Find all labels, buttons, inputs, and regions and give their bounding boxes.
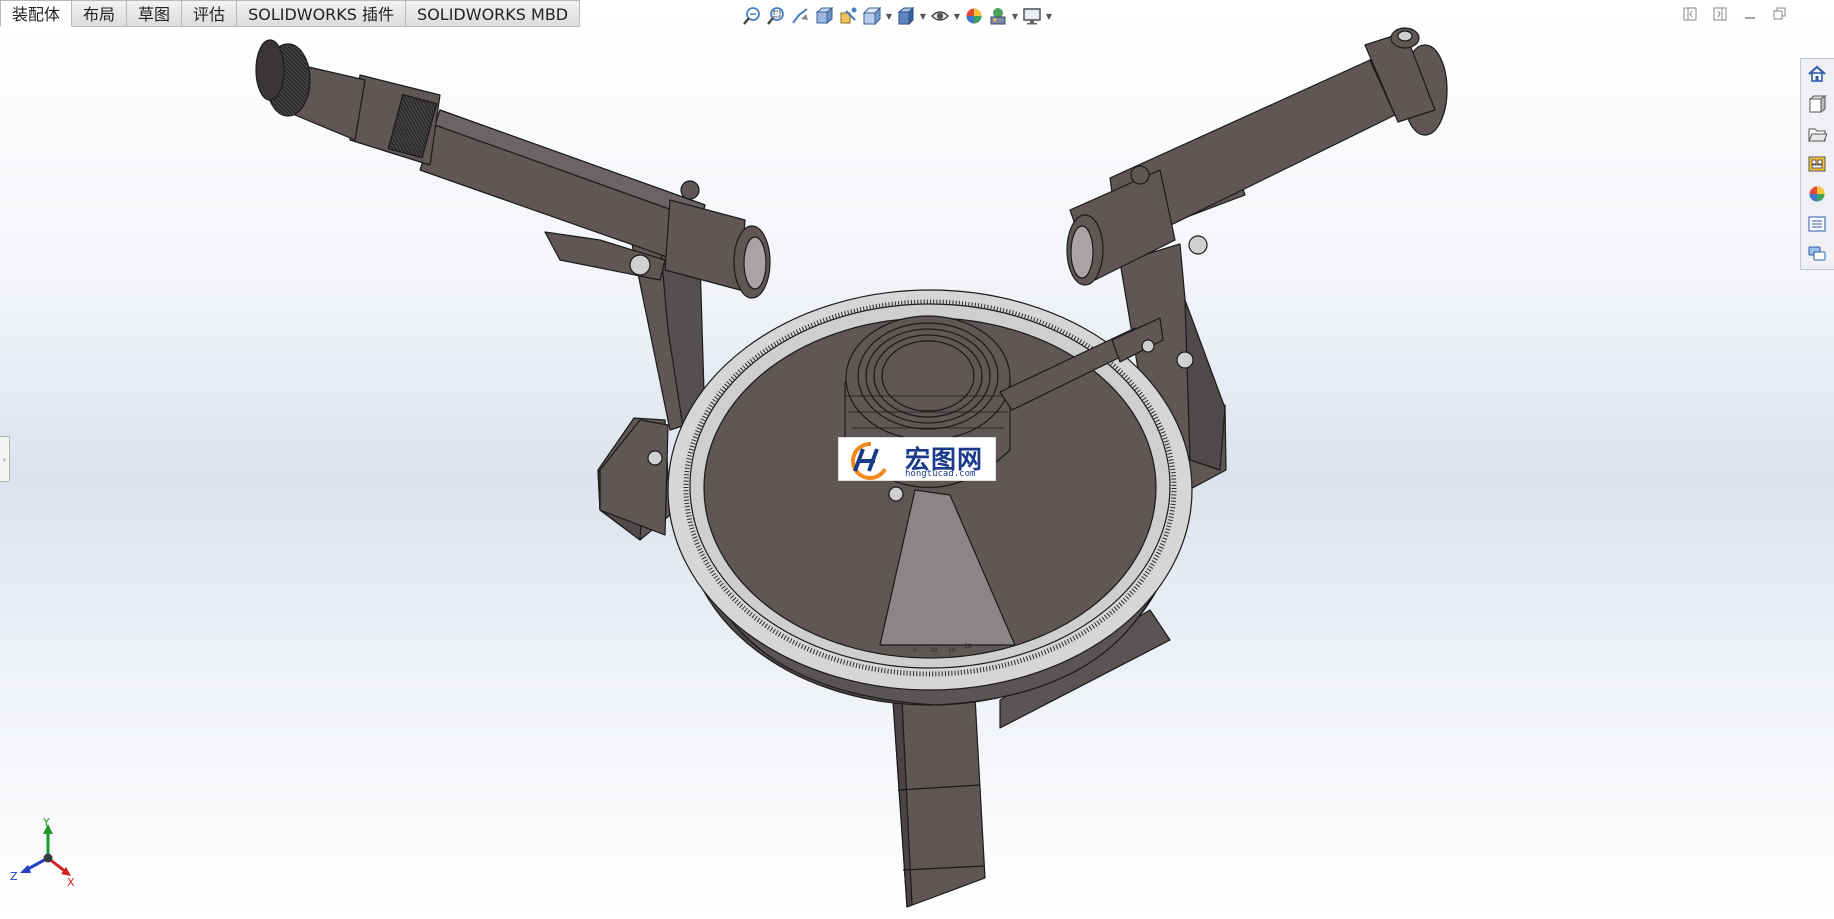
previous-view-icon[interactable] <box>788 4 812 28</box>
view-orientation-icon[interactable] <box>860 4 884 28</box>
heads-up-view-toolbar: ▼ ▼ ▼ ▼ ▼ <box>740 4 1054 28</box>
display-style-dropdown[interactable]: ▼ <box>918 4 928 28</box>
vernier-label-30: 30 <box>964 643 972 650</box>
display-style-icon[interactable] <box>894 4 918 28</box>
forum-icon[interactable] <box>1801 239 1833 269</box>
tile-left-icon[interactable] <box>1682 6 1698 22</box>
solidworks-resources-icon[interactable] <box>1801 59 1833 89</box>
left-telescope <box>255 39 771 299</box>
zoom-to-fit-icon[interactable] <box>740 4 764 28</box>
tab-solidworks-mbd[interactable]: SOLIDWORKS MBD <box>406 0 581 27</box>
command-manager-tabs: 装配体 布局 草图 评估 SOLIDWORKS 插件 SOLIDWORKS MB… <box>0 0 581 28</box>
view-palette-icon[interactable] <box>1801 149 1833 179</box>
hide-show-items-icon[interactable] <box>928 4 952 28</box>
reference-triad: Y X Z <box>10 818 75 888</box>
restore-icon[interactable] <box>1772 6 1788 22</box>
task-pane <box>1800 58 1834 270</box>
tab-sketch[interactable]: 草图 <box>127 0 183 27</box>
feature-manager-expand-handle[interactable]: › <box>0 436 10 482</box>
watermark-url: hongtucad.com <box>905 469 976 479</box>
apply-scene-icon[interactable] <box>986 4 1010 28</box>
document-window-controls <box>1682 6 1788 22</box>
watermark-mark-icon <box>851 441 887 480</box>
minimize-icon[interactable] <box>1742 6 1758 22</box>
tab-solidworks-addins[interactable]: SOLIDWORKS 插件 <box>237 0 407 27</box>
vernier-label-0: 0 <box>913 647 917 654</box>
view-settings-icon[interactable] <box>1020 4 1044 28</box>
right-telescope <box>1066 27 1448 369</box>
dynamic-annotation-icon[interactable] <box>836 4 860 28</box>
tile-right-icon[interactable] <box>1712 6 1728 22</box>
triad-y-label: Y <box>42 818 50 829</box>
vernier-label-10: 10 <box>930 647 938 654</box>
triad-x-label: X <box>67 876 75 888</box>
custom-properties-icon[interactable] <box>1801 209 1833 239</box>
design-library-icon[interactable] <box>1801 89 1833 119</box>
tab-evaluate[interactable]: 评估 <box>182 0 238 27</box>
bottom-leg <box>892 696 986 908</box>
edit-appearance-icon[interactable] <box>962 4 986 28</box>
apply-scene-dropdown[interactable]: ▼ <box>1010 4 1020 28</box>
section-view-icon[interactable] <box>812 4 836 28</box>
appearances-scenes-icon[interactable] <box>1801 179 1833 209</box>
view-orientation-dropdown[interactable]: ▼ <box>884 4 894 28</box>
file-explorer-icon[interactable] <box>1801 119 1833 149</box>
view-settings-dropdown[interactable]: ▼ <box>1044 4 1054 28</box>
vernier-label-20: 20 <box>948 647 956 654</box>
tab-layout[interactable]: 布局 <box>72 0 128 27</box>
watermark-logo: 宏图网 hongtucad.com <box>838 437 996 481</box>
zoom-to-area-icon[interactable] <box>764 4 788 28</box>
triad-z-label: Z <box>10 870 18 883</box>
hide-show-items-dropdown[interactable]: ▼ <box>952 4 962 28</box>
tab-assembly[interactable]: 装配体 <box>0 0 73 27</box>
